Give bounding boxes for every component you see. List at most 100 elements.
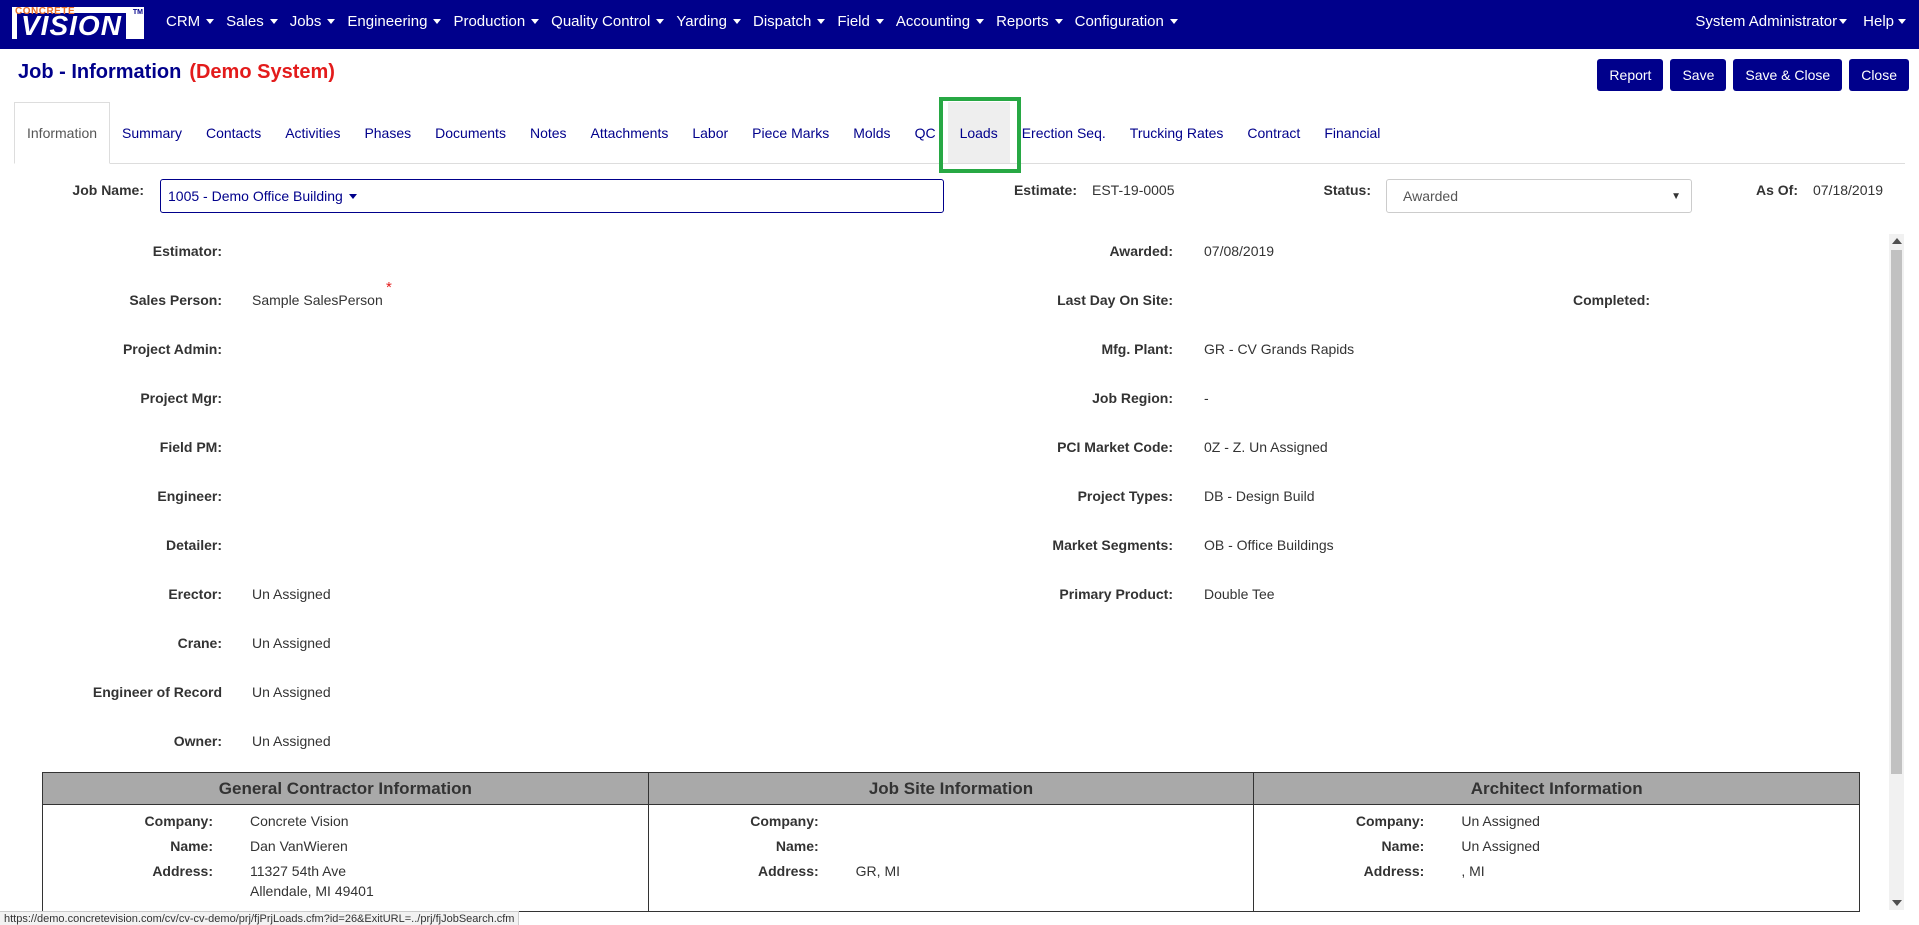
awarded-value[interactable]: 07/08/2019 [1204, 243, 1274, 259]
contact-info-grid: General Contractor Information Company: … [42, 772, 1861, 912]
estimator-label: Estimator: [152, 243, 222, 259]
nav-user[interactable]: System Administrator [1695, 13, 1863, 30]
tab-financial[interactable]: Financial [1312, 102, 1392, 163]
tab-piece-marks[interactable]: Piece Marks [740, 102, 841, 163]
tab-contacts[interactable]: Contacts [194, 102, 273, 163]
as-of-value: 07/18/2019 [1813, 182, 1884, 198]
address-line1: 11327 54th Ave [250, 863, 347, 879]
general-contractor-panel: General Contractor Information Company: … [42, 772, 649, 912]
tab-loads[interactable]: Loads [947, 102, 1010, 163]
status-label: Status: [1323, 182, 1371, 198]
engineer-label: Engineer: [157, 488, 222, 504]
job-region-value[interactable]: - [1204, 390, 1209, 406]
estimate-value[interactable]: EST-19-0005 [1092, 182, 1175, 198]
nav-field[interactable]: Field [837, 13, 896, 30]
job-name-value: 1005 - Demo Office Building [168, 188, 343, 204]
tab-phases[interactable]: Phases [352, 102, 423, 163]
report-button[interactable]: Report [1597, 59, 1664, 91]
close-button[interactable]: Close [1849, 59, 1909, 91]
tab-trucking-rates[interactable]: Trucking Rates [1118, 102, 1236, 163]
status-select[interactable]: Awarded ▼ [1386, 179, 1692, 213]
nav-sales[interactable]: Sales [226, 13, 290, 30]
sales-person-label: Sales Person: [129, 292, 222, 308]
panel-heading: Job Site Information [648, 773, 1254, 805]
name-label: Name: [1381, 838, 1425, 854]
crane-value[interactable]: Un Assigned [252, 635, 331, 651]
chevron-down-icon [1054, 19, 1063, 24]
tab-documents[interactable]: Documents [423, 102, 518, 163]
owner-label: Owner: [173, 733, 222, 749]
tab-activities[interactable]: Activities [273, 102, 352, 163]
field-pm-label: Field PM: [159, 439, 222, 455]
job-region-label: Job Region: [1092, 390, 1173, 406]
job-name-dropdown[interactable]: 1005 - Demo Office Building [160, 179, 944, 213]
company-label: Company: [750, 813, 819, 829]
nav-reports-label: Reports [996, 13, 1049, 30]
company-label: Company: [144, 813, 213, 829]
pci-market-code-label: PCI Market Code: [1057, 439, 1173, 455]
scroll-up-icon[interactable] [1892, 238, 1902, 244]
nav-dispatch-label: Dispatch [752, 13, 812, 30]
nav-accounting-label: Accounting [895, 13, 971, 30]
tab-contract[interactable]: Contract [1235, 102, 1312, 163]
chevron-down-icon [732, 19, 741, 24]
nav-configuration-label: Configuration [1074, 13, 1164, 30]
browser-status-url: https://demo.concretevision.com/cv/cv-cv… [0, 911, 520, 925]
nav-jobs[interactable]: Jobs [290, 13, 348, 30]
tab-information[interactable]: Information [14, 102, 111, 164]
top-navbar: VISION CONCRETE TM CRM Sales Jobs Engine… [0, 0, 1919, 49]
pci-market-code-value[interactable]: 0Z - Z. Un Assigned [1204, 439, 1328, 455]
chevron-down-icon [327, 19, 336, 24]
nav-production[interactable]: Production [453, 13, 551, 30]
nav-quality-control[interactable]: Quality Control [551, 13, 676, 30]
chevron-down-icon [206, 19, 215, 24]
nav-crm-label: CRM [166, 13, 201, 30]
nav-crm[interactable]: CRM [166, 13, 226, 30]
nav-configuration[interactable]: Configuration [1075, 13, 1190, 30]
sales-person-value[interactable]: Sample SalesPerson [252, 292, 383, 308]
engineer-of-record-label: Engineer of Record [92, 684, 222, 700]
address-label: Address: [1363, 863, 1425, 879]
nav-jobs-label: Jobs [289, 13, 322, 30]
nav-engineering[interactable]: Engineering [347, 13, 453, 30]
primary-product-value[interactable]: Double Tee [1204, 586, 1275, 602]
scroll-thumb[interactable] [1891, 250, 1902, 774]
address-label: Address: [152, 863, 213, 879]
nav-reports[interactable]: Reports [996, 13, 1075, 30]
nav-help[interactable]: Help [1863, 13, 1919, 30]
chevron-down-icon [1898, 19, 1906, 24]
mfg-plant-value[interactable]: GR - CV Grands Rapids [1204, 341, 1354, 357]
tab-notes[interactable]: Notes [518, 102, 579, 163]
nav-field-label: Field [837, 13, 870, 30]
save-button[interactable]: Save [1670, 59, 1727, 91]
engineer-of-record-value[interactable]: Un Assigned [252, 684, 331, 700]
address-line1: GR, MI [855, 863, 901, 879]
tab-summary[interactable]: Summary [110, 102, 194, 163]
concrete-vision-logo[interactable]: VISION CONCRETE TM [12, 6, 144, 40]
last-day-on-site-label: Last Day On Site: [1057, 292, 1173, 308]
tab-molds[interactable]: Molds [841, 102, 902, 163]
erector-value[interactable]: Un Assigned [252, 586, 331, 602]
chevron-down-icon [531, 19, 540, 24]
nav-quality-control-label: Quality Control [551, 13, 651, 30]
tab-labor[interactable]: Labor [680, 102, 740, 163]
tab-qc[interactable]: QC [903, 102, 948, 163]
select-arrow-icon: ▼ [1671, 191, 1681, 202]
project-types-value[interactable]: DB - Design Build [1204, 488, 1315, 504]
job-name-label: Job Name: [72, 182, 144, 198]
market-segments-value[interactable]: OB - Office Buildings [1204, 537, 1334, 553]
logo-trademark: TM [132, 9, 143, 16]
scroll-down-icon[interactable] [1892, 900, 1902, 906]
detailer-label: Detailer: [165, 537, 222, 553]
nav-dispatch[interactable]: Dispatch [753, 13, 837, 30]
owner-value[interactable]: Un Assigned [252, 733, 331, 749]
tab-attachments[interactable]: Attachments [579, 102, 681, 163]
save-close-button[interactable]: Save & Close [1733, 59, 1843, 91]
nav-help-label: Help [1863, 13, 1894, 30]
vertical-scrollbar[interactable] [1889, 234, 1904, 910]
tab-erection-seq[interactable]: Erection Seq. [1010, 102, 1118, 163]
panel-heading: General Contractor Information [43, 773, 648, 805]
nav-accounting[interactable]: Accounting [896, 13, 996, 30]
nav-yarding[interactable]: Yarding [676, 13, 753, 30]
project-mgr-label: Project Mgr: [140, 390, 222, 406]
